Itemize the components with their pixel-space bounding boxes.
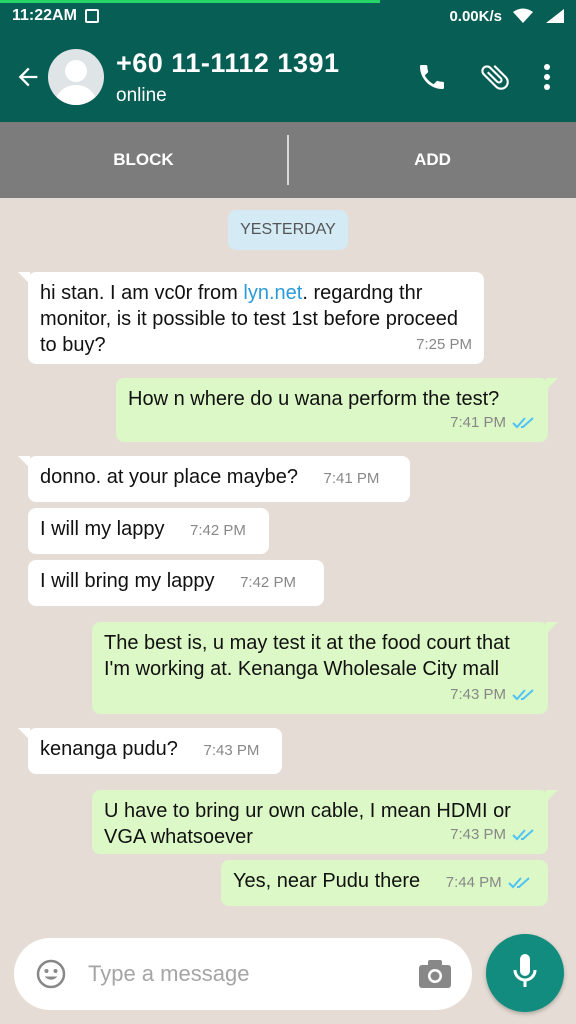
- add-contact-button[interactable]: ADD: [289, 122, 576, 198]
- message-time: 7:42 PM: [190, 522, 246, 539]
- message-time: 7:42 PM: [240, 574, 296, 591]
- message-time: 7:41 PM: [450, 410, 536, 436]
- message-incoming[interactable]: I will bring my lappy 7:42 PM: [28, 560, 324, 606]
- avatar[interactable]: [48, 49, 104, 105]
- message-time: 7:41 PM: [323, 470, 380, 487]
- date-separator: YESTERDAY: [228, 210, 348, 250]
- attach-icon[interactable]: [478, 60, 512, 94]
- message-input[interactable]: [88, 961, 388, 987]
- double-tick-icon: [512, 828, 536, 842]
- message-time: 7:43 PM: [450, 682, 536, 708]
- message-time: 7:43 PM: [450, 822, 536, 848]
- chat-header: +60 11-1112 1391 online: [0, 32, 576, 122]
- message-incoming[interactable]: hi stan. I am vc0r from lyn.net. regardn…: [18, 272, 484, 364]
- emoji-icon[interactable]: [34, 957, 68, 991]
- status-bar: 11:22AM 0.00K/s: [0, 0, 576, 32]
- mic-button[interactable]: [486, 934, 564, 1012]
- contact-status: online: [116, 84, 167, 106]
- back-arrow-icon[interactable]: [8, 57, 48, 97]
- message-incoming[interactable]: donno. at your place maybe? 7:41 PM: [18, 456, 410, 502]
- message-time: 7:43 PM: [203, 742, 260, 759]
- message-input-box[interactable]: [14, 938, 472, 1010]
- wifi-icon: [512, 8, 534, 24]
- sim-icon: [84, 9, 99, 23]
- message-link[interactable]: lyn.net: [243, 282, 302, 304]
- status-time: 11:22AM: [12, 7, 77, 24]
- loading-progress: [0, 0, 380, 3]
- double-tick-icon: [512, 688, 536, 702]
- message-incoming[interactable]: I will my lappy 7:42 PM: [28, 508, 269, 554]
- message-outgoing[interactable]: The best is, u may test it at the food c…: [92, 622, 558, 714]
- message-time: 7:25 PM: [416, 336, 472, 353]
- double-tick-icon: [512, 416, 536, 430]
- chat-area[interactable]: YESTERDAY hi stan. I am vc0r from lyn.ne…: [0, 198, 576, 918]
- message-outgoing[interactable]: U have to bring ur own cable, I mean HDM…: [92, 790, 558, 854]
- message-incoming[interactable]: kenanga pudu? 7:43 PM: [18, 728, 282, 774]
- message-time: 7:44 PM: [446, 870, 532, 896]
- double-tick-icon: [507, 876, 532, 890]
- message-outgoing[interactable]: How n where do u wana perform the test? …: [116, 378, 558, 442]
- message-outgoing[interactable]: Yes, near Pudu there 7:44 PM: [221, 860, 548, 906]
- block-button[interactable]: BLOCK: [0, 122, 287, 198]
- unknown-contact-bar: BLOCK ADD: [0, 122, 576, 198]
- camera-icon[interactable]: [418, 959, 452, 989]
- contact-info[interactable]: +60 11-1112 1391 online: [116, 48, 340, 107]
- more-vert-icon[interactable]: [542, 62, 552, 92]
- contact-name: +60 11-1112 1391: [116, 47, 340, 78]
- phone-icon[interactable]: [416, 61, 448, 93]
- composer: [0, 918, 576, 1024]
- signal-icon: [544, 8, 566, 24]
- mic-icon: [512, 953, 538, 994]
- network-speed: 0.00K/s: [449, 7, 502, 25]
